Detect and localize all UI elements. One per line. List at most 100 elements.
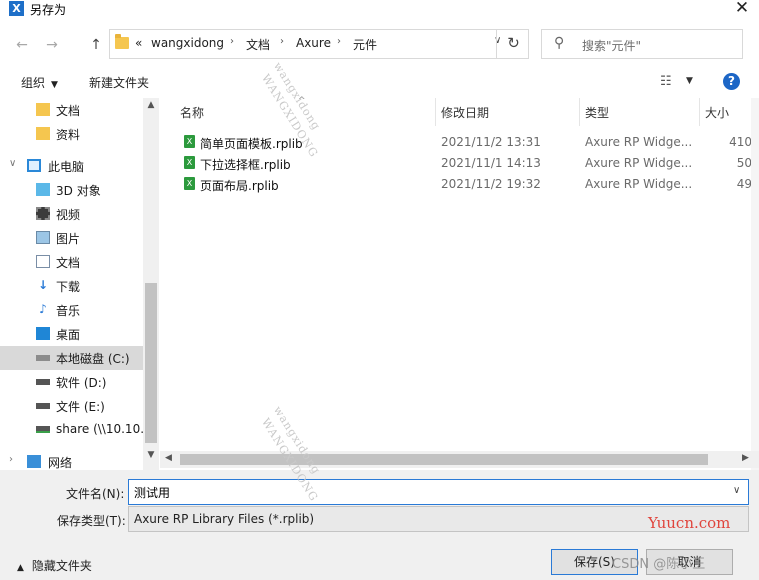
scroll-right-icon[interactable]: ▶ [742,453,749,463]
filetype-label: 保存类型(T): [57,514,126,528]
chevron-right-icon[interactable]: › [280,36,284,47]
nav-item-label: 文件 (E:) [56,400,105,414]
picture-icon [36,231,50,244]
search-icon: ⚲ [554,35,565,51]
nav-item-materials[interactable]: 资料 [0,122,143,146]
watermark-csdn: CSDN @陈小王 [612,557,706,572]
breadcrumb-documents[interactable]: 文档 [246,36,270,53]
chevron-right-icon[interactable]: › [230,36,234,47]
drive-icon [36,403,50,409]
document-icon [36,255,50,268]
folder-icon [36,103,50,116]
nav-item-disk-d[interactable]: 软件 (D:) [0,370,143,394]
back-arrow-icon[interactable]: ← [12,36,32,54]
organize-label: 组织 [21,76,46,90]
nav-item-pictures[interactable]: 图片 [0,226,143,250]
scrollbar-thumb[interactable] [145,283,157,443]
chevron-down-icon[interactable]: ∨ [9,158,16,169]
file-row[interactable]: X 简单页面模板.rplib 2021/11/2 13:31 Axure RP … [160,132,759,153]
caret-up-icon: ▲ [17,563,24,573]
file-type: Axure RP Widge... [585,156,693,170]
column-divider[interactable] [435,98,436,126]
breadcrumb-wangxidong[interactable]: wangxidong [151,36,224,50]
search-input[interactable]: ⚲ 搜索"元件" [541,29,743,59]
up-arrow-icon[interactable]: ↑ [86,36,106,54]
title-bar: X 另存为 ✕ [0,0,759,20]
file-date: 2021/11/2 13:31 [441,135,541,149]
chevron-down-icon[interactable]: ∨ [733,485,740,496]
nav-item-this-pc[interactable]: ∨ 此电脑 [0,154,143,178]
column-header-name[interactable]: 名称 [180,104,204,121]
folder-icon [36,127,50,140]
nav-item-label: 本地磁盘 (C:) [56,352,130,366]
rplib-file-icon: X [184,177,195,190]
cube-icon [36,183,50,196]
nav-item-label: 桌面 [56,328,81,342]
hide-folders-button[interactable]: ▲ 隐藏文件夹 [17,557,92,574]
help-icon[interactable]: ? [723,73,740,90]
hide-folders-label: 隐藏文件夹 [31,559,92,573]
horizontal-scrollbar[interactable]: ◀ ▶ [160,451,759,468]
video-icon [36,207,50,220]
desktop-icon [36,327,50,340]
rplib-file-icon: X [184,135,195,148]
nav-pane-scrollbar[interactable]: ▲ ▼ [143,98,159,470]
scroll-down-icon[interactable]: ▼ [143,450,159,460]
file-date: 2021/11/1 14:13 [441,156,541,170]
file-list-scrollbar[interactable] [751,98,759,470]
nav-item-downloads[interactable]: ↓ 下载 [0,274,143,298]
filename-label: 文件名(N): [66,487,125,501]
close-icon[interactable]: ✕ [732,0,752,18]
new-folder-button[interactable]: 新建文件夹 [89,74,149,91]
refresh-icon: ↻ [507,34,520,52]
forward-arrow-icon[interactable]: → [42,36,62,54]
nav-item-label: 3D 对象 [56,184,101,198]
file-row[interactable]: X 下拉选择框.rplib 2021/11/1 14:13 Axure RP W… [160,153,759,174]
breadcrumb-axure[interactable]: Axure [296,36,331,50]
drive-icon [36,379,50,385]
view-options-icon[interactable]: ☷ [660,74,672,89]
breadcrumb-overflow[interactable]: « [135,36,142,50]
file-name: 下拉选择框.rplib [200,158,291,172]
nav-item-network[interactable]: › 网络 [0,450,143,470]
file-row[interactable]: X 页面布局.rplib 2021/11/2 19:32 Axure RP Wi… [160,174,759,195]
chevron-right-icon[interactable]: › [337,36,341,47]
file-size: 50 [736,156,752,170]
rplib-file-icon: X [184,156,195,169]
nav-item-music[interactable]: ♪ 音乐 [0,298,143,322]
chevron-right-icon[interactable]: › [9,454,13,465]
drive-icon [36,355,50,361]
nav-item-label: 软件 (D:) [56,376,107,390]
download-icon: ↓ [37,278,49,292]
navigation-pane: 文档 资料 ∨ 此电脑 3D 对象 视频 图片 文档 ↓ 下载 ♪ 音乐 桌面 … [0,98,160,470]
nav-item-label: 图片 [56,232,81,246]
column-header-date[interactable]: 修改日期 [441,104,489,121]
folder-icon [115,34,129,49]
scrollbar-thumb[interactable] [180,454,708,465]
nav-item-documents-2[interactable]: 文档 [0,250,143,274]
watermark-yuucn: Yuucn.com [648,514,731,532]
nav-item-videos[interactable]: 视频 [0,202,143,226]
nav-item-label: 音乐 [56,304,81,318]
column-header-type[interactable]: 类型 [585,104,609,121]
address-bar[interactable]: « wangxidong › 文档 › Axure › 元件 ∨ [109,29,529,59]
column-divider[interactable] [579,98,580,126]
nav-item-label: 此电脑 [48,160,85,174]
nav-item-local-disk-c[interactable]: 本地磁盘 (C:) [0,346,143,370]
column-divider[interactable] [699,98,700,126]
breadcrumb-components[interactable]: 元件 [353,36,377,53]
music-icon: ♪ [39,302,47,316]
filename-input[interactable]: 测试用 [128,479,749,505]
nav-item-3d-objects[interactable]: 3D 对象 [0,178,143,202]
refresh-button[interactable]: ↻ [496,29,529,59]
scroll-up-icon[interactable]: ▲ [143,100,159,110]
organize-button[interactable]: 组织 ▼ [21,74,58,91]
nav-item-label: 资料 [56,128,81,142]
nav-item-documents[interactable]: 文档 [0,98,143,122]
nav-item-disk-e[interactable]: 文件 (E:) [0,394,143,418]
caret-down-icon[interactable]: ▼ [686,76,693,86]
nav-item-desktop[interactable]: 桌面 [0,322,143,346]
nav-item-share[interactable]: share (\\10.10. [0,418,144,442]
scroll-left-icon[interactable]: ◀ [165,453,172,463]
column-header-size[interactable]: 大小 [705,104,729,121]
